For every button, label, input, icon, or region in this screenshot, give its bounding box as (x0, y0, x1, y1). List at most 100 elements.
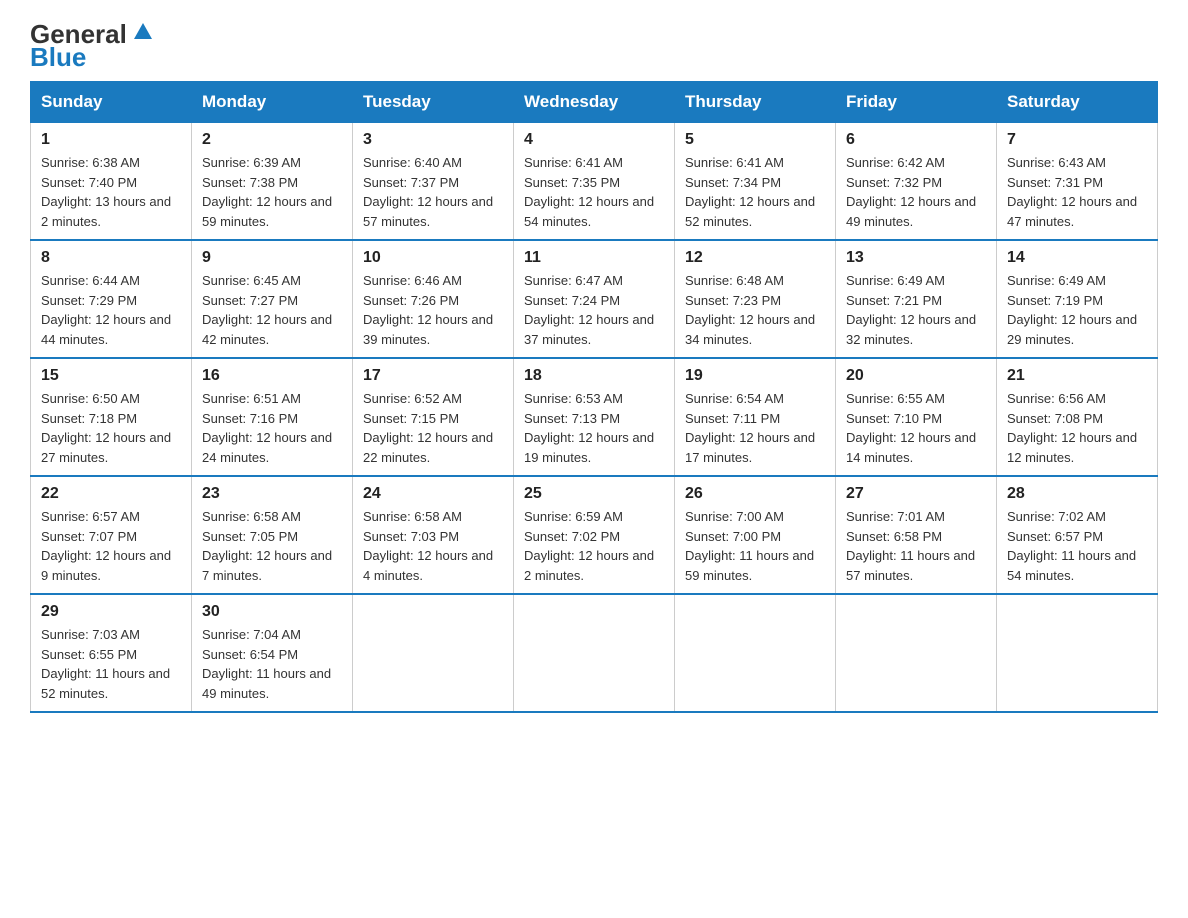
day-number: 12 (685, 249, 825, 267)
day-number: 28 (1007, 485, 1147, 503)
day-number: 1 (41, 131, 181, 149)
day-number: 21 (1007, 367, 1147, 385)
calendar-cell: 30 Sunrise: 7:04 AMSunset: 6:54 PMDaylig… (192, 594, 353, 712)
day-number: 6 (846, 131, 986, 149)
day-header-thursday: Thursday (675, 82, 836, 123)
days-header-row: SundayMondayTuesdayWednesdayThursdayFrid… (31, 82, 1158, 123)
day-header-wednesday: Wednesday (514, 82, 675, 123)
day-number: 13 (846, 249, 986, 267)
day-header-friday: Friday (836, 82, 997, 123)
calendar-cell: 2 Sunrise: 6:39 AMSunset: 7:38 PMDayligh… (192, 123, 353, 241)
day-number: 4 (524, 131, 664, 149)
day-number: 29 (41, 603, 181, 621)
calendar-cell: 27 Sunrise: 7:01 AMSunset: 6:58 PMDaylig… (836, 476, 997, 594)
calendar-cell: 3 Sunrise: 6:40 AMSunset: 7:37 PMDayligh… (353, 123, 514, 241)
logo: General Blue (30, 20, 155, 71)
calendar-cell: 18 Sunrise: 6:53 AMSunset: 7:13 PMDaylig… (514, 358, 675, 476)
calendar-cell: 22 Sunrise: 6:57 AMSunset: 7:07 PMDaylig… (31, 476, 192, 594)
day-info: Sunrise: 6:51 AMSunset: 7:16 PMDaylight:… (202, 391, 332, 465)
week-row-1: 1 Sunrise: 6:38 AMSunset: 7:40 PMDayligh… (31, 123, 1158, 241)
day-number: 2 (202, 131, 342, 149)
day-number: 19 (685, 367, 825, 385)
week-row-3: 15 Sunrise: 6:50 AMSunset: 7:18 PMDaylig… (31, 358, 1158, 476)
calendar-cell: 23 Sunrise: 6:58 AMSunset: 7:05 PMDaylig… (192, 476, 353, 594)
day-number: 17 (363, 367, 503, 385)
day-info: Sunrise: 6:57 AMSunset: 7:07 PMDaylight:… (41, 509, 171, 583)
calendar-cell: 13 Sunrise: 6:49 AMSunset: 7:21 PMDaylig… (836, 240, 997, 358)
day-info: Sunrise: 6:58 AMSunset: 7:05 PMDaylight:… (202, 509, 332, 583)
week-row-2: 8 Sunrise: 6:44 AMSunset: 7:29 PMDayligh… (31, 240, 1158, 358)
day-number: 25 (524, 485, 664, 503)
day-info: Sunrise: 6:58 AMSunset: 7:03 PMDaylight:… (363, 509, 493, 583)
calendar-cell: 9 Sunrise: 6:45 AMSunset: 7:27 PMDayligh… (192, 240, 353, 358)
day-info: Sunrise: 6:45 AMSunset: 7:27 PMDaylight:… (202, 273, 332, 347)
day-info: Sunrise: 7:00 AMSunset: 7:00 PMDaylight:… (685, 509, 814, 583)
day-info: Sunrise: 6:41 AMSunset: 7:35 PMDaylight:… (524, 155, 654, 229)
day-number: 16 (202, 367, 342, 385)
calendar-cell (675, 594, 836, 712)
day-info: Sunrise: 6:50 AMSunset: 7:18 PMDaylight:… (41, 391, 171, 465)
day-info: Sunrise: 6:47 AMSunset: 7:24 PMDaylight:… (524, 273, 654, 347)
day-info: Sunrise: 6:38 AMSunset: 7:40 PMDaylight:… (41, 155, 171, 229)
calendar-cell: 24 Sunrise: 6:58 AMSunset: 7:03 PMDaylig… (353, 476, 514, 594)
day-info: Sunrise: 6:40 AMSunset: 7:37 PMDaylight:… (363, 155, 493, 229)
day-info: Sunrise: 6:48 AMSunset: 7:23 PMDaylight:… (685, 273, 815, 347)
day-info: Sunrise: 6:43 AMSunset: 7:31 PMDaylight:… (1007, 155, 1137, 229)
calendar-cell: 28 Sunrise: 7:02 AMSunset: 6:57 PMDaylig… (997, 476, 1158, 594)
week-row-5: 29 Sunrise: 7:03 AMSunset: 6:55 PMDaylig… (31, 594, 1158, 712)
day-number: 5 (685, 131, 825, 149)
week-row-4: 22 Sunrise: 6:57 AMSunset: 7:07 PMDaylig… (31, 476, 1158, 594)
day-info: Sunrise: 6:52 AMSunset: 7:15 PMDaylight:… (363, 391, 493, 465)
day-info: Sunrise: 6:39 AMSunset: 7:38 PMDaylight:… (202, 155, 332, 229)
day-number: 9 (202, 249, 342, 267)
day-number: 14 (1007, 249, 1147, 267)
calendar-cell: 17 Sunrise: 6:52 AMSunset: 7:15 PMDaylig… (353, 358, 514, 476)
calendar-cell: 29 Sunrise: 7:03 AMSunset: 6:55 PMDaylig… (31, 594, 192, 712)
day-header-monday: Monday (192, 82, 353, 123)
calendar-cell: 16 Sunrise: 6:51 AMSunset: 7:16 PMDaylig… (192, 358, 353, 476)
calendar-cell: 11 Sunrise: 6:47 AMSunset: 7:24 PMDaylig… (514, 240, 675, 358)
page-header: General Blue (30, 20, 1158, 71)
day-number: 7 (1007, 131, 1147, 149)
calendar-cell: 21 Sunrise: 6:56 AMSunset: 7:08 PMDaylig… (997, 358, 1158, 476)
day-info: Sunrise: 6:49 AMSunset: 7:21 PMDaylight:… (846, 273, 976, 347)
day-info: Sunrise: 6:49 AMSunset: 7:19 PMDaylight:… (1007, 273, 1137, 347)
logo-triangle-icon (132, 21, 154, 48)
calendar-cell: 8 Sunrise: 6:44 AMSunset: 7:29 PMDayligh… (31, 240, 192, 358)
calendar-cell: 26 Sunrise: 7:00 AMSunset: 7:00 PMDaylig… (675, 476, 836, 594)
day-number: 11 (524, 249, 664, 267)
day-number: 22 (41, 485, 181, 503)
calendar-cell: 12 Sunrise: 6:48 AMSunset: 7:23 PMDaylig… (675, 240, 836, 358)
calendar-cell (836, 594, 997, 712)
calendar-cell: 25 Sunrise: 6:59 AMSunset: 7:02 PMDaylig… (514, 476, 675, 594)
day-info: Sunrise: 6:46 AMSunset: 7:26 PMDaylight:… (363, 273, 493, 347)
calendar-cell: 15 Sunrise: 6:50 AMSunset: 7:18 PMDaylig… (31, 358, 192, 476)
calendar-cell: 20 Sunrise: 6:55 AMSunset: 7:10 PMDaylig… (836, 358, 997, 476)
calendar-cell: 19 Sunrise: 6:54 AMSunset: 7:11 PMDaylig… (675, 358, 836, 476)
day-info: Sunrise: 6:53 AMSunset: 7:13 PMDaylight:… (524, 391, 654, 465)
day-number: 20 (846, 367, 986, 385)
calendar-cell: 6 Sunrise: 6:42 AMSunset: 7:32 PMDayligh… (836, 123, 997, 241)
day-info: Sunrise: 6:41 AMSunset: 7:34 PMDaylight:… (685, 155, 815, 229)
day-number: 3 (363, 131, 503, 149)
day-number: 24 (363, 485, 503, 503)
calendar-cell (353, 594, 514, 712)
calendar-cell (997, 594, 1158, 712)
day-info: Sunrise: 6:55 AMSunset: 7:10 PMDaylight:… (846, 391, 976, 465)
calendar-cell: 10 Sunrise: 6:46 AMSunset: 7:26 PMDaylig… (353, 240, 514, 358)
calendar-table: SundayMondayTuesdayWednesdayThursdayFrid… (30, 81, 1158, 713)
day-number: 26 (685, 485, 825, 503)
calendar-cell: 14 Sunrise: 6:49 AMSunset: 7:19 PMDaylig… (997, 240, 1158, 358)
day-info: Sunrise: 6:59 AMSunset: 7:02 PMDaylight:… (524, 509, 654, 583)
day-info: Sunrise: 7:01 AMSunset: 6:58 PMDaylight:… (846, 509, 975, 583)
day-info: Sunrise: 7:03 AMSunset: 6:55 PMDaylight:… (41, 627, 170, 701)
calendar-cell (514, 594, 675, 712)
day-number: 30 (202, 603, 342, 621)
day-number: 18 (524, 367, 664, 385)
day-info: Sunrise: 7:02 AMSunset: 6:57 PMDaylight:… (1007, 509, 1136, 583)
day-header-tuesday: Tuesday (353, 82, 514, 123)
day-number: 15 (41, 367, 181, 385)
day-header-saturday: Saturday (997, 82, 1158, 123)
day-info: Sunrise: 7:04 AMSunset: 6:54 PMDaylight:… (202, 627, 331, 701)
day-number: 23 (202, 485, 342, 503)
